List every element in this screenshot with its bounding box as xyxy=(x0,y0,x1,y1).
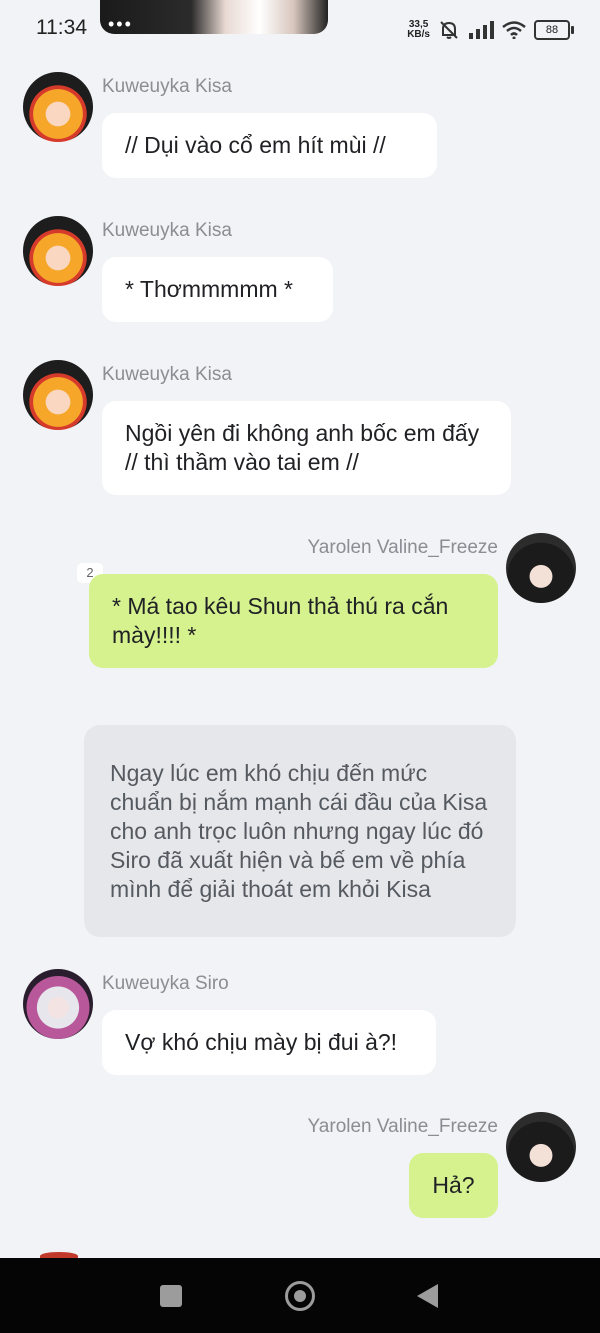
message-text: Ngồi yên đi không anh bốc em đấy // thì … xyxy=(125,420,480,475)
sender-name: Kuweuyka Siro xyxy=(102,973,229,994)
narration-bubble[interactable]: Ngay lúc em khó chịu đến mức chuẩn bị nắ… xyxy=(84,725,516,937)
mute-bell-icon xyxy=(440,21,458,39)
avatar-freeze[interactable] xyxy=(506,533,576,603)
network-speed: 33,5 KB/s xyxy=(407,20,430,40)
status-icons: 33,5 KB/s 88 xyxy=(407,18,574,42)
sender-name: Kuweuyka Kisa xyxy=(102,76,232,97)
avatar-kisa[interactable] xyxy=(23,360,93,430)
network-speed-unit: KB/s xyxy=(407,29,430,40)
narration-text: Ngay lúc em khó chịu đến mức chuẩn bị nắ… xyxy=(110,759,488,902)
message-text: Hả? xyxy=(432,1172,475,1198)
system-nav-bar xyxy=(0,1258,600,1333)
home-icon[interactable] xyxy=(285,1281,315,1311)
more-dots-icon[interactable]: ••• xyxy=(108,14,133,35)
avatar-kisa[interactable] xyxy=(23,216,93,286)
sender-name: Kuweuyka Kisa xyxy=(102,220,232,241)
recents-icon[interactable] xyxy=(160,1285,182,1307)
avatar-siro[interactable] xyxy=(23,969,93,1039)
floating-image-preview[interactable] xyxy=(100,0,328,34)
sender-name: Yarolen Valine_Freeze xyxy=(307,1116,498,1137)
message-bubble[interactable]: * Má tao kêu Shun thả thú ra cắn mày!!!!… xyxy=(89,574,498,668)
sender-name: Yarolen Valine_Freeze xyxy=(307,537,498,558)
message-text: * Má tao kêu Shun thả thú ra cắn mày!!!!… xyxy=(112,593,449,648)
wifi-icon xyxy=(502,21,526,39)
message-text: Vợ khó chịu mày bị đui à?! xyxy=(125,1029,398,1055)
message-bubble[interactable]: Vợ khó chịu mày bị đui à?! xyxy=(102,1010,436,1075)
message-bubble[interactable]: Hả? xyxy=(409,1153,498,1218)
message-text: // Dụi vào cổ em hít mùi // xyxy=(125,132,386,158)
message-bubble[interactable]: * Thơmmmmm * xyxy=(102,257,333,322)
avatar-kisa[interactable] xyxy=(23,72,93,142)
back-icon[interactable] xyxy=(417,1284,438,1308)
sender-name: Kuweuyka Kisa xyxy=(102,364,232,385)
battery-icon: 88 xyxy=(534,20,574,40)
message-bubble[interactable]: Ngồi yên đi không anh bốc em đấy // thì … xyxy=(102,401,511,495)
signal-icon xyxy=(469,21,494,39)
message-text: * Thơmmmmm * xyxy=(125,276,293,302)
avatar-freeze[interactable] xyxy=(506,1112,576,1182)
message-bubble[interactable]: // Dụi vào cổ em hít mùi // xyxy=(102,113,437,178)
status-bar: 11:34 ••• 33,5 KB/s 88 xyxy=(0,0,600,58)
status-time: 11:34 xyxy=(36,16,87,39)
